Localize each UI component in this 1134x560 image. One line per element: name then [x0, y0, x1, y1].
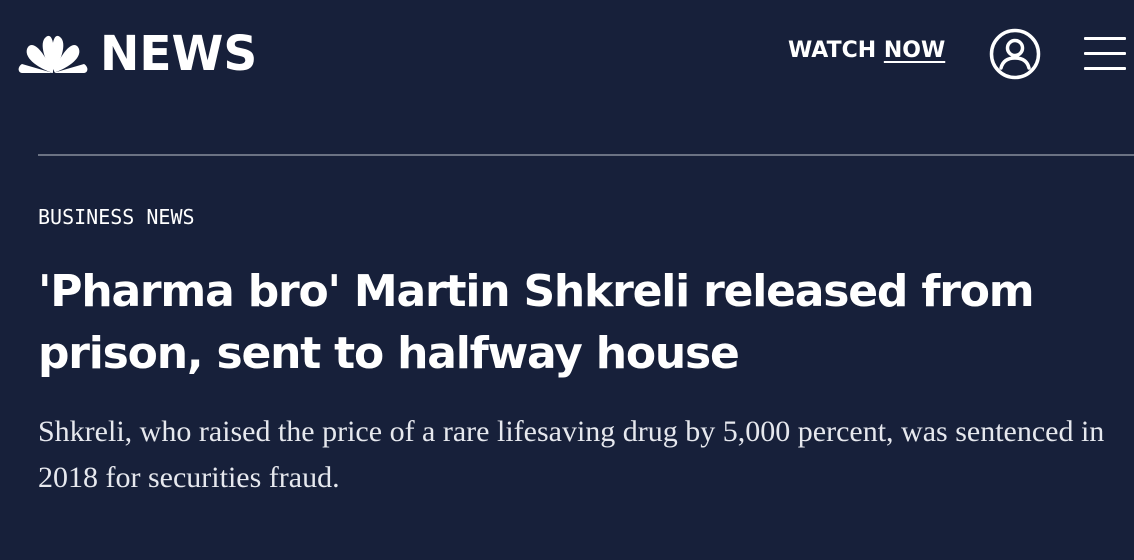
hamburger-menu-button[interactable] — [1084, 37, 1126, 71]
logo-text: NEWS — [100, 26, 258, 82]
article-dek: Shkreli, who raised the price of a rare … — [38, 415, 1105, 494]
menu-bar-icon — [1084, 37, 1126, 40]
watch-now-link[interactable]: WATCH NOW — [788, 40, 945, 62]
menu-bar-icon — [1084, 52, 1126, 55]
menu-bar-icon — [1084, 67, 1126, 70]
user-circle-icon — [989, 28, 1041, 80]
article-headline: 'Pharma bro' Martin Shkreli released fro… — [38, 266, 1035, 379]
peacock-icon — [18, 33, 88, 75]
watch-label: WATCH — [788, 38, 877, 63]
now-label: NOW — [883, 38, 946, 63]
header-divider — [38, 154, 1134, 156]
account-button[interactable] — [989, 28, 1041, 80]
nbc-news-logo[interactable]: NEWS — [18, 28, 260, 80]
section-label[interactable]: BUSINESS NEWS — [38, 205, 195, 229]
site-header: NEWS WATCH NOW — [0, 0, 1134, 110]
